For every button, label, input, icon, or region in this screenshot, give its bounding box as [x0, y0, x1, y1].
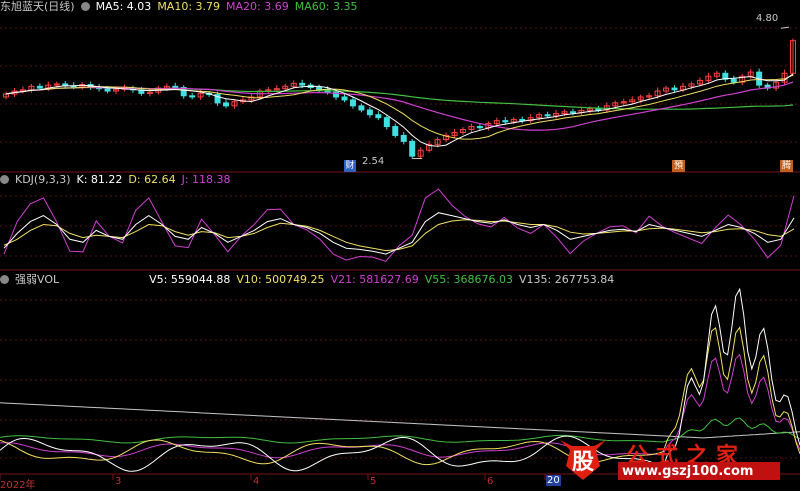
- vol-header: 强弱VOL V5: 559044.88 V10: 500749.25 V21: 581…: [0, 273, 620, 287]
- stock-title[interactable]: 东旭蓝天(日线): [0, 0, 75, 13]
- candle-body: [502, 120, 509, 123]
- candle-body: [569, 111, 576, 114]
- event-badge-a[interactable]: 預: [672, 160, 685, 172]
- candle-body: [36, 85, 43, 89]
- kdj-j-label: J: 118.38: [181, 173, 231, 186]
- v5-label: V5: 559044.88: [149, 273, 231, 286]
- candle-body: [366, 109, 373, 116]
- event-badge-b[interactable]: 腾: [780, 160, 793, 172]
- candle-body: [595, 108, 602, 111]
- candle-body: [383, 117, 390, 128]
- logo-char: 股: [572, 450, 594, 475]
- x-axis-label-jun: 6: [487, 476, 494, 487]
- candle-body: [409, 140, 416, 157]
- kdj-k-line: [3, 212, 795, 255]
- kdj-header: KDJ(9,3,3) K: 81.22 D: 62.64 J: 118.38: [0, 173, 237, 187]
- kdj-k-label: K: 81.22: [76, 173, 123, 186]
- candle-body: [730, 78, 737, 83]
- candle-body: [671, 87, 678, 91]
- event-badge-low[interactable]: 财: [344, 160, 356, 172]
- watermark: 股 公式之家 www.gszj100.com: [556, 436, 782, 482]
- x-axis-label-mar: 3: [115, 476, 122, 487]
- ma10-label: MA10: 3.79: [157, 0, 221, 13]
- v55-label: V55: 368676.03: [424, 273, 513, 286]
- x-axis-label-may: 5: [370, 476, 377, 487]
- x-axis: [0, 474, 546, 480]
- bull-logo-icon: 股: [560, 440, 606, 480]
- kdj-j-line: [3, 188, 795, 262]
- settings-icon[interactable]: [0, 275, 9, 284]
- vol-title[interactable]: 强弱VOL: [15, 273, 59, 286]
- v135-label: V135: 267753.84: [519, 273, 615, 286]
- candle-body: [392, 126, 399, 136]
- kdj-title[interactable]: KDJ(9,3,3): [15, 173, 71, 186]
- candle-body: [358, 105, 365, 111]
- candle-body: [189, 95, 196, 98]
- min-price-label: 2.54: [362, 156, 385, 167]
- v21-label: V21: 581627.69: [330, 273, 419, 286]
- candle-body: [223, 102, 230, 107]
- candle-body: [172, 85, 179, 88]
- ma60-label: MA60: 3.35: [294, 0, 358, 13]
- settings-icon[interactable]: [0, 175, 9, 184]
- candle-body: [476, 126, 483, 129]
- candle-body: [104, 88, 111, 92]
- candle-body: [544, 114, 551, 117]
- settings-icon[interactable]: [80, 2, 90, 11]
- ma5-label: MA5: 4.03: [95, 0, 152, 13]
- price-panel: [3, 26, 796, 160]
- max-price-label: 4.80: [756, 13, 779, 24]
- kdj-d-label: D: 62.64: [128, 173, 176, 186]
- v10-label: V10: 500749.25: [236, 273, 325, 286]
- watermark-url: www.gszj100.com: [622, 464, 754, 479]
- candle-body: [400, 134, 407, 142]
- kdj-panel: [3, 188, 795, 262]
- ma20-label: MA20: 3.69: [226, 0, 289, 13]
- x-axis-label-apr: 4: [253, 476, 260, 487]
- candle-body: [349, 99, 356, 107]
- candle-body: [375, 114, 382, 119]
- candle-body: [341, 96, 348, 101]
- max-pointer: [780, 26, 790, 29]
- candle-body: [299, 82, 306, 86]
- price-header: 东旭蓝天(日线) MA5: 4.03 MA10: 3.79 MA20: 3.69 MA6…: [0, 0, 363, 14]
- stock-chart[interactable]: [0, 0, 800, 489]
